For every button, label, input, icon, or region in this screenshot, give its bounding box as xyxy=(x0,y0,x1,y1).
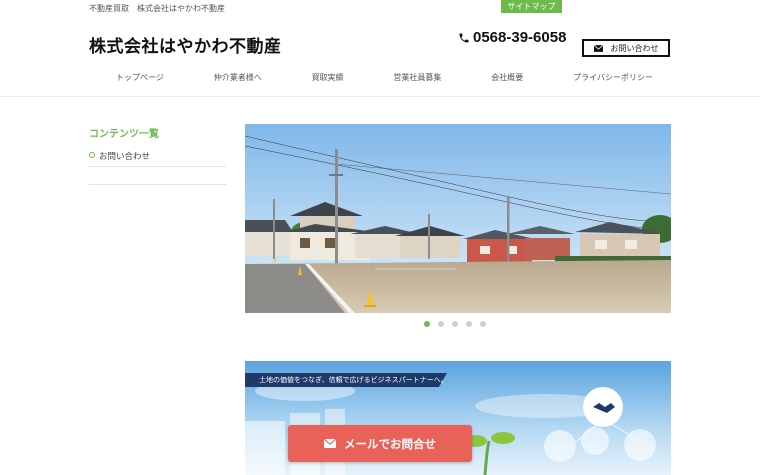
contact-button-label: お問い合わせ xyxy=(610,43,659,53)
banner-caption: 土地の価値をつなぎ、信頼で広げるビジネスパートナーへ。 xyxy=(259,376,448,384)
slider-dot-2[interactable] xyxy=(438,321,444,327)
site-logo[interactable]: 株式会社はやかわ不動産 xyxy=(89,32,282,57)
nav-item-recruit[interactable]: 営業社員募集 xyxy=(393,72,441,90)
phone-text: 0568-39-6058 xyxy=(473,29,567,46)
mail-contact-button[interactable]: メールでお問合せ xyxy=(288,425,472,462)
slider-dot-4[interactable] xyxy=(466,321,472,327)
slider-dots xyxy=(424,321,486,327)
nav-item-top[interactable]: トップページ xyxy=(116,72,164,90)
slider-dot-5[interactable] xyxy=(480,321,486,327)
bullet-circle-icon xyxy=(89,152,95,158)
nav-item-privacy[interactable]: プライバシーポリシー xyxy=(573,72,653,90)
slider-dot-1[interactable] xyxy=(424,321,430,327)
vacant-lot-photo xyxy=(245,124,671,313)
nav-item-brokers[interactable]: 仲介業者様へ xyxy=(214,72,262,90)
contact-button[interactable]: お問い合わせ xyxy=(582,39,670,57)
header-divider xyxy=(0,96,760,97)
hero-slide-image[interactable] xyxy=(245,124,671,313)
envelope-icon xyxy=(324,439,336,448)
nav-item-company[interactable]: 会社概要 xyxy=(491,72,523,90)
mail-button-label: メールでお問合せ xyxy=(344,436,436,451)
nav-item-results[interactable]: 買取実績 xyxy=(312,72,344,90)
mail-icon xyxy=(593,44,603,52)
sidebar-title: コンテンツ一覧 xyxy=(89,129,159,140)
top-tagline: 不動産買取 株式会社はやかわ不動産 xyxy=(89,4,225,13)
slider-dot-3[interactable] xyxy=(452,321,458,327)
sidebar-item-label: お問い合わせ xyxy=(99,152,151,162)
phone-icon xyxy=(459,33,469,42)
phone-number[interactable]: 0568-39-6058 xyxy=(458,29,566,46)
main-nav: トップページ 仲介業者様へ 買取実績 営業社員募集 会社概要 プライバシーポリシ… xyxy=(89,72,671,90)
sidebar-divider xyxy=(89,184,226,185)
sidebar-item-contact[interactable]: お問い合わせ xyxy=(89,150,226,167)
sitemap-link[interactable]: サイトマップ xyxy=(501,0,562,13)
